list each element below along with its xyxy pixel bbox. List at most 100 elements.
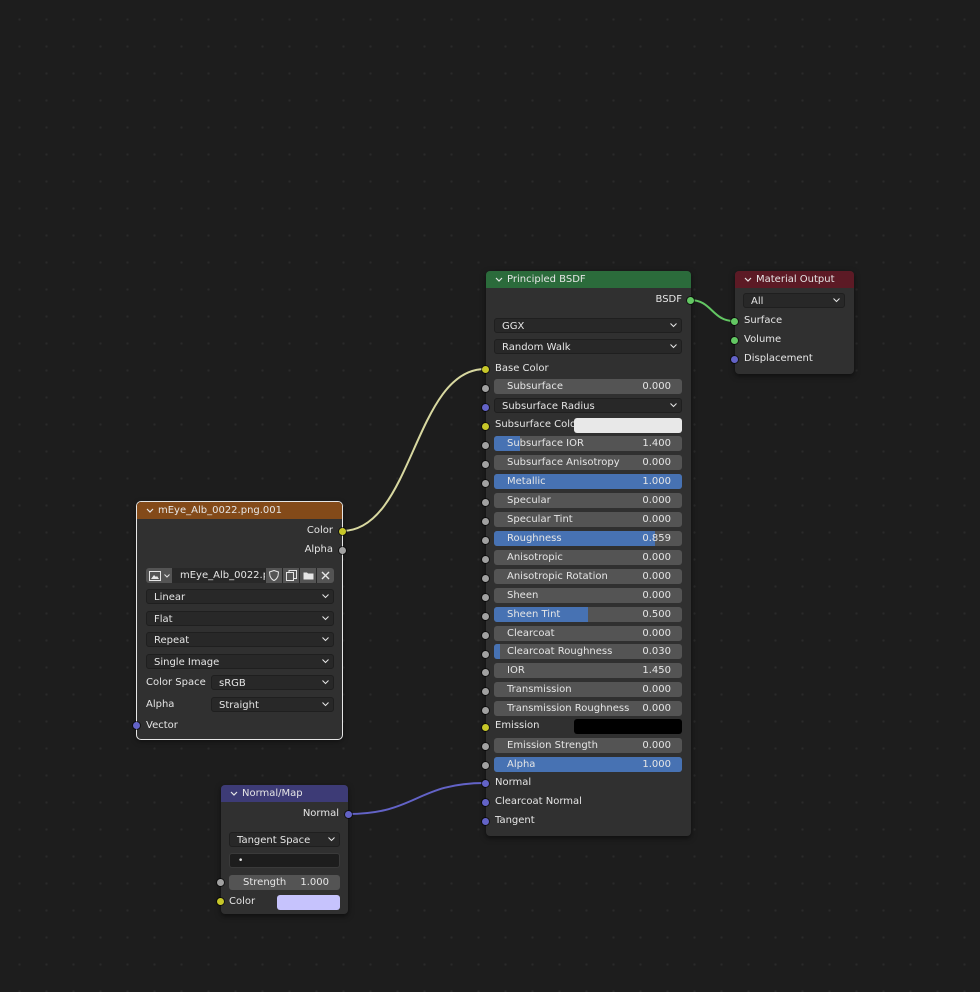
input-strength-socket[interactable]	[217, 879, 224, 886]
input-clearcoat-normal-socket[interactable]	[482, 799, 489, 806]
collapse-chevron-icon[interactable]	[145, 502, 155, 519]
anisotropic-rotation-field[interactable]: Anisotropic Rotation 0.000	[494, 569, 682, 584]
input-transmission-socket[interactable]	[482, 688, 489, 695]
sheen-field[interactable]: Sheen 0.000	[494, 588, 682, 603]
target-value: All	[751, 296, 764, 307]
input-alpha-socket[interactable]	[482, 762, 489, 769]
input-clearcoat-socket[interactable]	[482, 632, 489, 639]
normal-map-header[interactable]: Normal/Map	[221, 785, 348, 802]
transmission-field[interactable]: Transmission 0.000	[494, 682, 682, 697]
target-dropdown[interactable]: All	[743, 293, 845, 308]
color-swatch[interactable]	[277, 895, 340, 910]
output-alpha-socket[interactable]	[339, 547, 346, 554]
link-bsdf-to-surface[interactable]	[689, 299, 735, 322]
sheen-tint-field[interactable]: Sheen Tint 0.500	[494, 607, 682, 622]
input-sheen-socket[interactable]	[482, 594, 489, 601]
emission-strength-field[interactable]: Emission Strength 0.000	[494, 738, 682, 753]
projection-dropdown[interactable]: Flat	[146, 611, 334, 626]
image-texture-header[interactable]: mEye_Alb_0022.png.001	[137, 502, 342, 519]
alpha-field[interactable]: Alpha 1.000	[494, 757, 682, 772]
subsurface-radius-dropdown[interactable]: Subsurface Radius	[494, 398, 682, 413]
input-normal-socket[interactable]	[482, 780, 489, 787]
uv-map-value: •	[238, 856, 244, 866]
collapse-chevron-icon[interactable]	[494, 271, 504, 288]
input-emission-socket[interactable]	[482, 724, 489, 731]
fake-user-button[interactable]	[266, 568, 282, 583]
input-displacement-socket[interactable]	[731, 356, 738, 363]
input-specular-tint-socket[interactable]	[482, 518, 489, 525]
subsurface-anisotropy-label: Subsurface Anisotropy	[507, 457, 620, 468]
subsurface-anisotropy-field[interactable]: Subsurface Anisotropy 0.000	[494, 455, 682, 470]
unlink-image-button[interactable]	[317, 568, 334, 583]
strength-field[interactable]: Strength 1.000	[229, 875, 340, 890]
space-dropdown[interactable]: Tangent Space	[229, 832, 340, 847]
image-selector[interactable]: mEye_Alb_0022.p...	[146, 568, 334, 583]
clearcoat-field[interactable]: Clearcoat 0.000	[494, 626, 682, 641]
ior-field[interactable]: IOR 1.450	[494, 663, 682, 678]
input-surface-socket[interactable]	[731, 318, 738, 325]
metallic-field[interactable]: Metallic 1.000	[494, 474, 682, 489]
input-sheen-tint-socket[interactable]	[482, 613, 489, 620]
input-color-label: Color	[229, 896, 256, 907]
input-metallic-socket[interactable]	[482, 480, 489, 487]
color-space-dropdown[interactable]: sRGB	[211, 675, 334, 690]
extension-dropdown[interactable]: Repeat	[146, 632, 334, 647]
subsurface-color-swatch[interactable]	[574, 418, 682, 433]
input-specular-socket[interactable]	[482, 499, 489, 506]
output-color-socket[interactable]	[339, 528, 346, 535]
transmission-roughness-field[interactable]: Transmission Roughness 0.000	[494, 701, 682, 716]
emission-swatch[interactable]	[574, 719, 682, 734]
input-tangent-socket[interactable]	[482, 818, 489, 825]
normal-map-node[interactable]: Normal/Map Normal Tangent Space • Streng…	[217, 785, 352, 914]
input-transmission-roughness-socket[interactable]	[482, 707, 489, 714]
subsurface-field[interactable]: Subsurface 0.000	[494, 379, 682, 394]
input-subsurface-ior-socket[interactable]	[482, 442, 489, 449]
roughness-field[interactable]: Roughness 0.859	[494, 531, 682, 546]
output-bsdf-socket[interactable]	[687, 297, 694, 304]
input-vector-socket[interactable]	[133, 722, 140, 729]
open-image-button[interactable]	[300, 568, 316, 583]
duplicate-image-button[interactable]	[283, 568, 299, 583]
input-clearcoat-roughness-socket[interactable]	[482, 651, 489, 658]
input-anisotropic-rotation-socket[interactable]	[482, 575, 489, 582]
link-normal-to-normal[interactable]	[347, 782, 486, 815]
specular-field[interactable]: Specular 0.000	[494, 493, 682, 508]
principled-bsdf-node[interactable]: Principled BSDF BSDF GGX Random Walk Bas…	[482, 271, 694, 836]
anisotropic-label: Anisotropic	[507, 552, 563, 563]
material-output-header[interactable]: Material Output	[735, 271, 854, 288]
anisotropic-field[interactable]: Anisotropic 0.000	[494, 550, 682, 565]
material-output-node[interactable]: Material Output All Surface Volume Displ…	[731, 271, 854, 374]
interpolation-dropdown[interactable]: Linear	[146, 589, 334, 604]
input-color-socket[interactable]	[217, 898, 224, 905]
duplicate-icon	[285, 570, 297, 581]
interpolation-value: Linear	[154, 592, 186, 603]
input-subsurface-radius-socket[interactable]	[482, 404, 489, 411]
subsurface-method-dropdown[interactable]: Random Walk	[494, 339, 682, 354]
specular-tint-field[interactable]: Specular Tint 0.000	[494, 512, 682, 527]
output-normal-socket[interactable]	[345, 811, 352, 818]
image-name-field[interactable]: mEye_Alb_0022.p...	[173, 568, 265, 583]
principled-bsdf-header[interactable]: Principled BSDF	[486, 271, 691, 288]
distribution-dropdown[interactable]: GGX	[494, 318, 682, 333]
input-roughness-socket[interactable]	[482, 537, 489, 544]
input-base-color-socket[interactable]	[482, 366, 489, 373]
source-dropdown[interactable]: Single Image	[146, 654, 334, 669]
link-color-to-base-color[interactable]	[341, 368, 486, 532]
clearcoat-roughness-field[interactable]: Clearcoat Roughness 0.030	[494, 644, 682, 659]
collapse-chevron-icon[interactable]	[229, 785, 239, 802]
collapse-chevron-icon[interactable]	[743, 271, 753, 288]
input-anisotropic-socket[interactable]	[482, 556, 489, 563]
alpha-mode-dropdown[interactable]: Straight	[211, 697, 334, 712]
subsurface-ior-field[interactable]: Subsurface IOR 1.400	[494, 436, 682, 451]
color-space-value: sRGB	[219, 678, 246, 689]
input-ior-socket[interactable]	[482, 669, 489, 676]
image-browse-button[interactable]	[146, 568, 172, 583]
uv-map-field[interactable]: •	[229, 853, 340, 868]
input-subsurface-anisotropy-socket[interactable]	[482, 461, 489, 468]
input-emission-strength-socket[interactable]	[482, 743, 489, 750]
input-volume-socket[interactable]	[731, 337, 738, 344]
image-texture-node[interactable]: mEye_Alb_0022.png.001 Color Alpha mEye_A…	[133, 501, 346, 740]
alpha-mode-value: Straight	[219, 700, 259, 711]
input-subsurface-color-socket[interactable]	[482, 423, 489, 430]
input-subsurface-socket[interactable]	[482, 385, 489, 392]
